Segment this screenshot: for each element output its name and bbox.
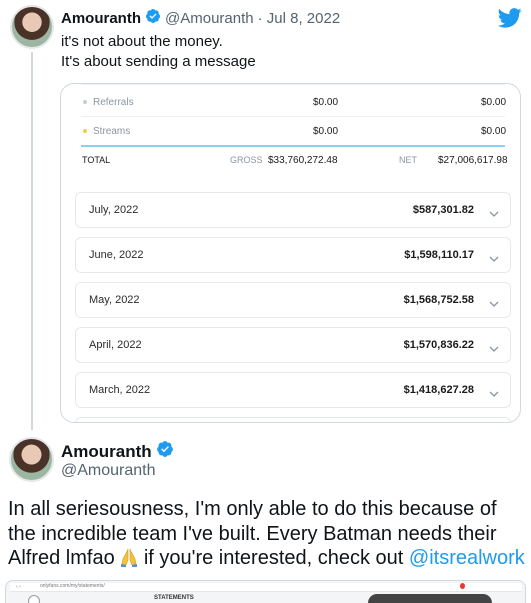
referrals-label: Referrals [93,97,134,108]
month-value: $1,568,752.58 [403,294,474,306]
twitter-bird-icon[interactable] [497,8,522,33]
statement-image[interactable]: Referrals $0.00 $0.00 Streams $0.00 $0.0… [60,83,521,423]
net-total-value: $27,006,617.98 [438,155,508,166]
streams-dot [83,129,87,133]
month-row-may[interactable]: May, 2022 $1,568,752.58 [75,282,511,318]
tweet-text-part: if you're interested, check out [138,547,409,569]
browser-nav-icon: ‹ › [16,584,21,590]
total-divider [81,145,505,147]
month-row-june[interactable]: June, 2022 $1,598,110.17 [75,237,511,273]
browser-address-bar: ‹ › onlyfans.com/my/statements/ [10,583,522,592]
folded-hands-emoji [120,547,138,567]
month-label: March, 2022 [89,384,151,396]
month-value: $1,598,110.17 [404,249,474,261]
tweet-date[interactable]: · Jul 8, 2022 [258,10,341,27]
gross-label: GROSS [230,155,263,165]
tweet-text: it's not about the money. It's about sen… [61,32,256,72]
divider [81,116,505,117]
tweet-text-line: It's about sending a message [61,53,256,70]
mention-link[interactable]: @itsrealwork [409,547,525,569]
referrals-net-value: $0.00 [481,97,507,108]
chevron-down-icon[interactable] [489,295,499,313]
chevron-down-icon[interactable] [489,205,499,223]
avatar[interactable] [10,5,54,49]
avatar[interactable] [9,437,54,482]
month-label: June, 2022 [89,249,144,261]
gross-total-value: $33,760,272.48 [268,155,338,166]
month-value: $1,570,836.22 [403,339,474,351]
author-handle[interactable]: @Amouranth [61,462,156,480]
author-name[interactable]: Amouranth [61,10,141,27]
month-row-april[interactable]: April, 2022 $1,570,836.22 [75,327,511,363]
month-value: $587,301.82 [412,204,474,216]
chevron-down-icon[interactable] [489,385,499,403]
verified-badge-icon [156,440,174,463]
streams-label: Streams [93,126,131,137]
referrals-dot [83,100,87,104]
divider [81,84,505,85]
verified-badge-icon [145,8,161,28]
browser-extension-icon [460,583,465,589]
author-name[interactable]: Amouranth [61,442,152,462]
month-row-march[interactable]: March, 2022 $1,418,627.28 [75,372,511,408]
statements-heading: STATEMENTS [154,595,194,601]
net-label: NET [399,155,417,165]
thread-connector-line [31,52,33,430]
author-handle[interactable]: @Amouranth [165,10,254,27]
tweet-text: In all seriesousness, I'm only able to d… [8,497,528,571]
total-label: TOTAL [82,155,111,165]
month-label: May, 2022 [89,294,140,306]
chevron-down-icon[interactable] [489,250,499,268]
pill-button [368,594,492,603]
streams-net-value: $0.00 [481,126,507,137]
browser-url: onlyfans.com/my/statements/ [40,583,105,589]
month-row-july[interactable]: July, 2022 $587,301.82 [75,192,511,228]
avatar [28,595,40,603]
month-row-partial [75,417,511,422]
streams-gross-value: $0.00 [313,126,339,137]
tweet-header: Amouranth @Amouranth · Jul 8, 2022 [61,8,340,28]
chevron-down-icon[interactable] [489,340,499,358]
month-label: April, 2022 [89,339,142,351]
attached-screenshot[interactable]: ‹ › onlyfans.com/my/statements/ STATEMEN… [5,580,526,603]
referrals-gross-value: $0.00 [313,97,339,108]
tweet-header: Amouranth [61,440,178,463]
tweet-text-line: it's not about the money. [61,33,223,50]
month-value: $1,418,627.28 [403,384,474,396]
month-label: July, 2022 [89,204,139,216]
